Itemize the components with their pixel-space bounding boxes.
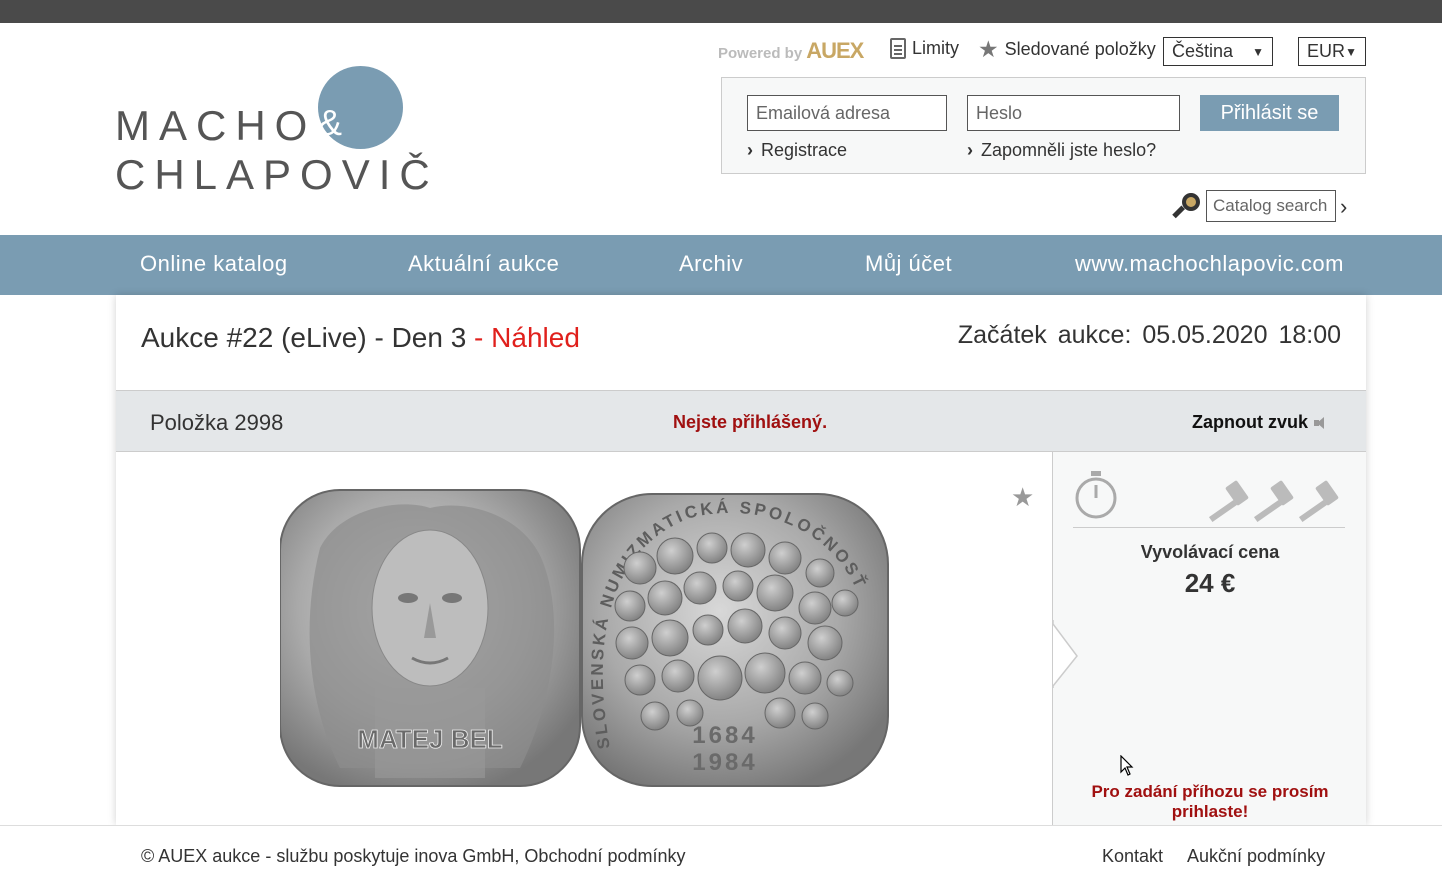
powered-by[interactable]: Powered by AUEX (718, 38, 864, 64)
auction-title: Aukce #22 (eLive) - Den 3 - Náhled (141, 322, 580, 354)
login-box: Přihlásit se › Registrace › Zapomněli jste… (721, 77, 1366, 174)
forgot-password-link[interactable]: › Zapomněli jste heslo? (967, 140, 1156, 161)
preview-label: - Náhled (466, 322, 580, 353)
logo-line-1: MACHO (115, 102, 317, 149)
login-required-note: Pro zadání příhozu se prosím prihlaste! (1091, 782, 1329, 821)
email-field[interactable] (747, 95, 947, 131)
search-icon (1172, 193, 1200, 221)
document-icon (890, 38, 906, 59)
item-bar: Položka 2998 Nejste přihlášený. Zapnout … (116, 390, 1366, 452)
nav-my-account[interactable]: Můj účet (865, 251, 952, 277)
nav-online-catalog[interactable]: Online katalog (140, 251, 288, 277)
password-field[interactable] (967, 95, 1180, 131)
medal-right-year-2: 1984 (692, 749, 757, 776)
footer: © AUEX aukce - službu poskytuje inova Gm… (0, 825, 1442, 875)
item-image-area: ★ MATEJ BEL SLOVENSKÁ NUM ZMATICKÁ SPOLO… (116, 452, 1052, 825)
dropdown-arrow-icon: ▼ (1345, 44, 1357, 59)
auction-title-text: Aukce #22 (eLive) - Den 3 (141, 322, 467, 353)
footer-copyright[interactable]: © AUEX aukce - službu poskytuje inova Gm… (141, 846, 686, 867)
auction-card: Aukce #22 (eLive) - Den 3 - Náhled Začát… (116, 295, 1366, 825)
footer-contact-link[interactable]: Kontakt (1102, 846, 1163, 867)
currency-select[interactable]: EUR ▼ (1298, 37, 1366, 66)
nav-website[interactable]: www.machochlapovic.com (1075, 251, 1344, 277)
item-number: Položka 2998 (150, 410, 284, 435)
bid-panel: Vyvolávací cena 24 € Pro zadání příhozu … (1052, 452, 1366, 825)
register-link[interactable]: › Registrace (747, 140, 847, 161)
dropdown-arrow-icon: ▼ (1252, 44, 1264, 59)
catalog-search-input[interactable] (1206, 190, 1336, 222)
auction-start: Začátek aukce: 05.05.2020 18:00 (958, 321, 1341, 350)
start-price-value: 24 € (1184, 568, 1236, 598)
login-button[interactable]: Přihlásit se (1200, 95, 1339, 131)
sound-toggle-label: Zapnout zvuk (1192, 412, 1308, 432)
panel-divider (1073, 527, 1345, 528)
watched-items-label: Sledované položky (1004, 39, 1156, 59)
register-label: Registrace (761, 140, 848, 160)
auex-brand: AUEX (806, 38, 864, 63)
main-nav: Online katalog Aktuální aukce Archiv Můj… (0, 235, 1442, 295)
nav-current-auction[interactable]: Aktuální aukce (408, 251, 559, 277)
item-image[interactable]: MATEJ BEL SLOVENSKÁ NUMIZMATICKÁ SPOLOČN… (280, 488, 890, 788)
favorite-star-icon[interactable]: ★ (1011, 482, 1034, 513)
not-logged-in-notice: Nejste přihlášený. (673, 412, 828, 432)
speaker-muted-icon (1314, 416, 1328, 430)
forgot-password-label: Zapomněli jste heslo? (981, 140, 1157, 160)
top-bar (0, 0, 1442, 23)
site-logo[interactable]: MACHO & CHLAPOVIČ (115, 66, 435, 198)
star-icon: ★ (978, 36, 999, 62)
footer-terms-link[interactable]: Aukční podmínky (1187, 846, 1325, 867)
watched-items-link[interactable]: ★ Sledované položky (978, 38, 1156, 61)
sound-toggle[interactable]: Zapnout zvuk (1192, 412, 1328, 433)
stopwatch-icon (1075, 471, 1117, 519)
language-select[interactable]: Čeština ▼ (1163, 37, 1273, 66)
start-price-label: Vyvolávací cena (1140, 542, 1280, 562)
nav-archive[interactable]: Archiv (679, 251, 743, 277)
auction-start-time: 18:00 (1278, 321, 1341, 349)
language-value: Čeština (1172, 41, 1234, 61)
search-submit-chevron-icon[interactable]: › (1340, 194, 1347, 220)
currency-value: EUR (1307, 41, 1346, 61)
chevron-right-icon: › (967, 140, 973, 160)
auction-start-label: Začátek aukce: (957, 321, 1132, 349)
logo-ampersand: & (318, 102, 343, 143)
panel-notch (1052, 620, 1078, 688)
logo-line-2: CHLAPOVIČ (115, 151, 439, 198)
mouse-cursor-icon (1120, 755, 1134, 776)
auction-start-date: 05.05.2020 (1142, 321, 1268, 349)
gavel-icons (1208, 480, 1339, 523)
chevron-right-icon: › (747, 140, 753, 160)
medal-right-year-1: 1684 (692, 722, 757, 749)
limits-link[interactable]: Limity (890, 38, 959, 59)
powered-by-label: Powered by (718, 45, 803, 62)
limits-label: Limity (912, 38, 960, 58)
medal-left-inscription: MATEJ BEL (357, 724, 503, 754)
